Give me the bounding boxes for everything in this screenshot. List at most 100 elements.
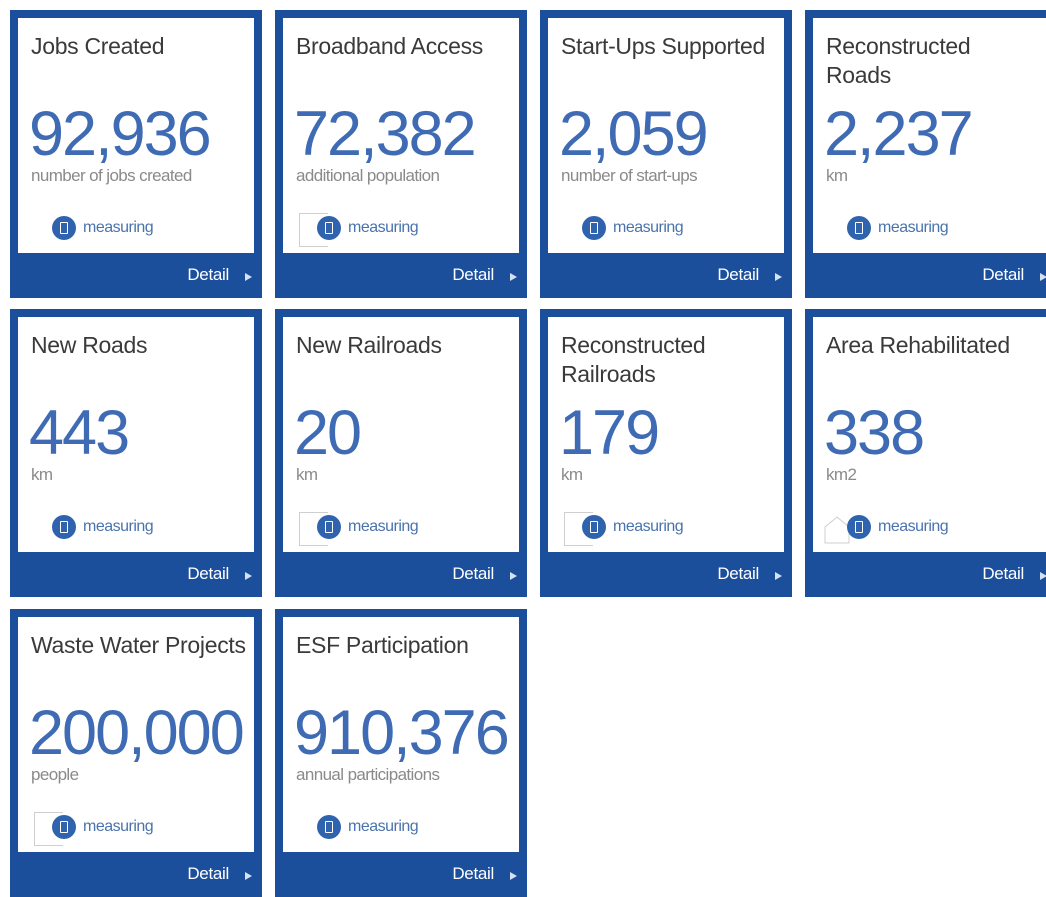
tablet-icon (317, 815, 341, 839)
status-label: measuring (83, 219, 154, 236)
status-indicator: measuring (582, 515, 684, 539)
metric-title: New Railroads (296, 332, 442, 358)
triangle-right-icon (245, 272, 252, 281)
detail-label: Detail (187, 564, 229, 583)
status-indicator: measuring (52, 815, 154, 839)
detail-link[interactable]: Detail (187, 265, 252, 285)
metric-title: Area Rehabilitated (826, 332, 1010, 358)
detail-link[interactable]: Detail (452, 864, 517, 884)
metric-value: 2,059 (559, 99, 709, 169)
metric-card-body: Waste Water Projects 200,000 people measuri… (18, 617, 254, 852)
metric-value: 92,936 (29, 99, 212, 169)
metric-value: 910,376 (294, 698, 510, 768)
detail-link[interactable]: Detail (982, 564, 1046, 584)
metric-title: Broadband Access (296, 33, 483, 59)
metric-unit: additional population (296, 166, 440, 185)
detail-link[interactable]: Detail (717, 265, 782, 285)
metric-value: 20 (294, 398, 362, 468)
metric-unit: km2 (826, 465, 857, 484)
metric-unit: km (296, 465, 318, 484)
metric-unit: km (561, 465, 583, 484)
metric-value: 2,237 (824, 99, 974, 169)
tablet-icon (847, 216, 871, 240)
metric-card: New Roads 443 km measuring Detail (10, 309, 262, 597)
detail-label: Detail (452, 265, 494, 284)
status-label: measuring (83, 518, 154, 535)
status-label: measuring (613, 219, 684, 236)
triangle-right-icon (775, 272, 782, 281)
detail-label: Detail (717, 265, 759, 284)
detail-label: Detail (982, 265, 1024, 284)
metric-value: 179 (559, 398, 660, 468)
metric-title: ESF Participation (296, 632, 469, 658)
metric-title: Reconstructed Railroads (561, 332, 706, 387)
detail-link[interactable]: Detail (187, 864, 252, 884)
metric-card-body: Broadband Access 72,382 additional populat… (283, 18, 519, 253)
triangle-right-icon (245, 571, 252, 580)
metric-card-body: Reconstructed Roads 2,237 km measuring (813, 18, 1046, 253)
status-indicator: measuring (582, 216, 684, 240)
tablet-icon (582, 515, 606, 539)
status-label: measuring (348, 219, 419, 236)
metric-value: 338 (824, 398, 925, 468)
triangle-right-icon (245, 871, 252, 880)
metric-card: Area Rehabilitated 338 km2 measuring Detail (805, 309, 1046, 597)
status-indicator: measuring (317, 815, 419, 839)
metric-card-body: Reconstructed Railroads 179 km measuring (548, 317, 784, 552)
triangle-right-icon (1040, 571, 1046, 580)
metric-title: New Roads (31, 332, 148, 358)
triangle-right-icon (510, 571, 517, 580)
metric-value: 72,382 (294, 99, 477, 169)
status-indicator: measuring (847, 216, 949, 240)
tablet-icon (52, 515, 76, 539)
status-indicator: measuring (317, 216, 419, 240)
tablet-icon (847, 515, 871, 539)
metric-card: Jobs Created 92,936 number of jobs created… (10, 10, 262, 298)
metric-unit: number of jobs created (31, 166, 192, 185)
status-indicator: measuring (317, 515, 419, 539)
status-label: measuring (878, 219, 949, 236)
status-label: measuring (613, 518, 684, 535)
triangle-right-icon (510, 272, 517, 281)
metric-card-body: Start-Ups Supported 2,059 number of start-… (548, 18, 784, 253)
metric-card-body: Area Rehabilitated 338 km2 measuring (813, 317, 1046, 552)
detail-label: Detail (452, 564, 494, 583)
status-indicator: measuring (52, 216, 154, 240)
metric-unit: km (31, 465, 53, 484)
metric-card: Waste Water Projects 200,000 people measuri… (10, 609, 262, 897)
detail-label: Detail (187, 265, 229, 284)
metric-card: Broadband Access 72,382 additional populat… (275, 10, 527, 298)
tablet-icon (52, 216, 76, 240)
detail-label: Detail (717, 564, 759, 583)
status-indicator: measuring (52, 515, 154, 539)
metric-card: Reconstructed Railroads 179 km measuring Det… (540, 309, 792, 597)
status-label: measuring (348, 518, 419, 535)
metric-card-body: Jobs Created 92,936 number of jobs created… (18, 18, 254, 253)
metric-unit: annual participations (296, 765, 440, 784)
detail-link[interactable]: Detail (187, 564, 252, 584)
metric-title: Start-Ups Supported (561, 33, 765, 59)
metric-card: New Railroads 20 km measuring Detail (275, 309, 527, 597)
detail-link[interactable]: Detail (717, 564, 782, 584)
metric-title: Jobs Created (31, 33, 165, 59)
tablet-icon (317, 515, 341, 539)
tablet-icon (317, 216, 341, 240)
metric-title: Reconstructed Roads (826, 33, 971, 88)
triangle-right-icon (775, 571, 782, 580)
status-label: measuring (878, 518, 949, 535)
status-label: measuring (83, 818, 154, 835)
metric-card-body: New Roads 443 km measuring (18, 317, 254, 552)
metric-title: Waste Water Projects (31, 632, 246, 658)
metric-unit: km (826, 166, 848, 185)
detail-link[interactable]: Detail (452, 265, 517, 285)
metric-card-body: ESF Participation 910,376 annual participa… (283, 617, 519, 852)
triangle-right-icon (1040, 272, 1046, 281)
metric-value: 200,000 (29, 698, 245, 768)
status-indicator: measuring (847, 515, 949, 539)
detail-label: Detail (452, 864, 494, 883)
detail-label: Detail (982, 564, 1024, 583)
metric-card-body: New Railroads 20 km measuring (283, 317, 519, 552)
detail-link[interactable]: Detail (452, 564, 517, 584)
detail-link[interactable]: Detail (982, 265, 1046, 285)
status-label: measuring (348, 818, 419, 835)
